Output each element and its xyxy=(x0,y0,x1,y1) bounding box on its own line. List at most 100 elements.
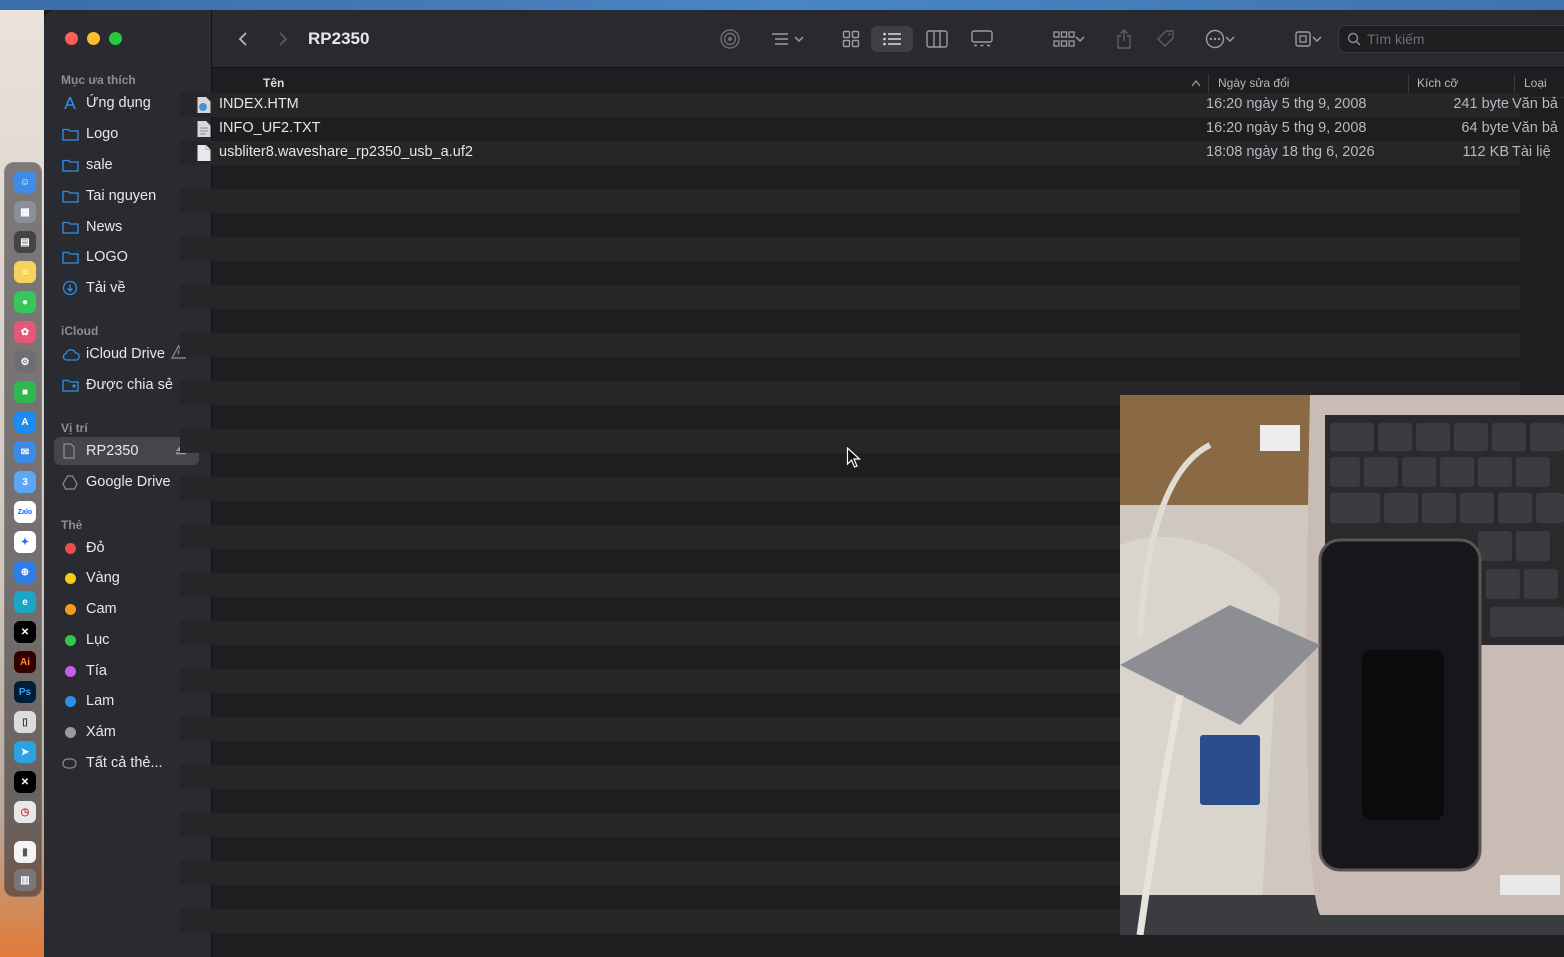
forward-button[interactable] xyxy=(272,26,294,52)
tags-button[interactable] xyxy=(1152,26,1180,52)
sidebar-item-rp2350[interactable]: RP2350 xyxy=(54,437,199,465)
clock-icon[interactable]: ◷ xyxy=(14,801,36,823)
capcut-icon[interactable]: ✕ xyxy=(14,621,36,643)
sidebar-item-label: Lục xyxy=(86,632,110,648)
sidebar-tag-blue[interactable]: Lam xyxy=(54,687,199,715)
facetime-icon[interactable]: ■ xyxy=(14,381,36,403)
icon-view-button[interactable] xyxy=(834,26,868,52)
file-kind: Văn bả xyxy=(1512,96,1558,112)
sidebar-item-label: iCloud Drive xyxy=(86,346,165,362)
airdrop-button[interactable] xyxy=(717,26,743,52)
sidebar-item-label: Ứng dụng xyxy=(86,95,151,111)
file-kind: Tài liệ xyxy=(1512,144,1551,160)
sidebar-tag-yellow[interactable]: Vàng xyxy=(54,564,199,592)
calculator-icon[interactable]: ▤ xyxy=(14,231,36,253)
edge-icon[interactable]: e xyxy=(14,591,36,613)
column-divider[interactable] xyxy=(1514,74,1515,92)
file-row[interactable]: usbliter8.waveshare_rp2350_usb_a.uf2 18:… xyxy=(180,141,1551,165)
messages-icon[interactable]: ● xyxy=(14,291,36,313)
sidebar-tag-red[interactable]: Đỏ xyxy=(54,534,199,562)
mail-icon[interactable]: ✉ xyxy=(14,441,36,463)
close-window-button[interactable] xyxy=(65,32,78,45)
document-icon[interactable]: ▮ xyxy=(14,841,36,863)
sidebar-item-icloud-drive[interactable]: iCloud Drive xyxy=(54,340,199,368)
app-store-icon[interactable]: A xyxy=(14,411,36,433)
file-size: 112 KB xyxy=(1462,144,1510,160)
column-size-header[interactable]: Kích cỡ xyxy=(1417,76,1458,90)
system-settings-icon[interactable]: ⚙ xyxy=(14,351,36,373)
airdrop-icon xyxy=(720,29,740,49)
empty-row xyxy=(180,237,1520,261)
sidebar-item-applications[interactable]: Ứng dụng xyxy=(54,89,199,117)
file-row[interactable]: INDEX.HTM 16:20 ngày 5 thg 9, 2008 241 b… xyxy=(180,93,1558,117)
gallery-view-button[interactable] xyxy=(965,26,999,52)
gray-tag-icon xyxy=(65,726,76,738)
orange-tag-icon xyxy=(65,603,76,615)
notes-icon[interactable]: ≡ xyxy=(14,261,36,283)
column-name-header[interactable]: Tên xyxy=(263,76,284,90)
sidebar-item-downloads[interactable]: Tải về xyxy=(54,274,199,302)
search-input[interactable] xyxy=(1367,31,1557,47)
calendar-icon[interactable]: 3 xyxy=(14,471,36,493)
messenger-icon[interactable]: ✦ xyxy=(14,531,36,553)
sidebar-item-logo-caps[interactable]: LOGO xyxy=(54,243,199,271)
file-row[interactable]: INFO_UF2.TXT 16:20 ngày 5 thg 9, 2008 64… xyxy=(180,117,1558,142)
sidebar-tag-gray[interactable]: Xám xyxy=(54,718,199,746)
sidebar-tag-orange[interactable]: Cam xyxy=(54,595,199,623)
favorites-section-title: Mục ưa thích xyxy=(61,73,136,87)
column-modified-header[interactable]: Ngày sửa đổi xyxy=(1218,76,1289,90)
column-view-button[interactable] xyxy=(920,26,954,52)
chevron-down-icon xyxy=(794,36,804,43)
safari-icon[interactable]: ⊕ xyxy=(14,561,36,583)
sidebar-item-label: News xyxy=(86,219,123,235)
sidebar-item-tai-nguyen[interactable]: Tai nguyen xyxy=(54,182,199,210)
photos-icon[interactable]: ✿ xyxy=(14,321,36,343)
sidebar-all-tags[interactable]: Tất cả thẻ... xyxy=(54,749,199,777)
folder-icon xyxy=(62,220,86,234)
telegram-icon[interactable]: ➤ xyxy=(14,741,36,763)
sidebar-item-news[interactable]: News xyxy=(54,213,199,241)
chevron-down-icon xyxy=(1075,36,1085,43)
sidebar-item-logo[interactable]: Logo xyxy=(54,120,199,148)
back-button[interactable] xyxy=(232,26,254,52)
finder-icon[interactable]: ☺ xyxy=(14,171,36,193)
sidebar-item-label: LOGO xyxy=(86,249,128,265)
purple-tag-icon xyxy=(65,665,76,677)
file-modified: 16:20 ngày 5 thg 9, 2008 xyxy=(1206,96,1367,112)
zalo-icon[interactable]: Zalo xyxy=(14,501,36,523)
capcut-2-icon[interactable]: ✕ xyxy=(14,771,36,793)
sidebar-item-sale[interactable]: sale xyxy=(54,151,199,179)
file-size: 241 byte xyxy=(1453,96,1509,112)
all-tags-icon xyxy=(62,757,86,769)
minimize-window-button[interactable] xyxy=(87,32,100,45)
locations-section-title: Vị trí xyxy=(61,421,88,435)
column-divider[interactable] xyxy=(1408,74,1409,92)
sidebar-tag-purple[interactable]: Tía xyxy=(54,657,199,685)
column-divider[interactable] xyxy=(1208,74,1209,92)
desktop-menubar-strip xyxy=(0,0,1564,10)
zoom-window-button[interactable] xyxy=(109,32,122,45)
extension-icon xyxy=(1295,31,1311,47)
sidebar-item-shared[interactable]: Được chia sẻ xyxy=(54,371,199,399)
column-kind-header[interactable]: Loại xyxy=(1524,76,1547,90)
sidebar-item-google-drive[interactable]: Google Drive xyxy=(54,468,199,496)
file-modified: 16:20 ngày 5 thg 9, 2008 xyxy=(1206,120,1367,136)
search-field[interactable] xyxy=(1338,25,1564,53)
blue-tag-icon xyxy=(65,695,76,707)
window-title: RP2350 xyxy=(308,29,370,48)
share-button[interactable] xyxy=(1112,26,1136,52)
text-file-icon xyxy=(196,120,212,142)
empty-row xyxy=(180,333,1520,357)
group-by-button[interactable] xyxy=(764,26,810,52)
preview-icon[interactable]: ▯ xyxy=(14,711,36,733)
photoshop-icon[interactable]: Ps xyxy=(14,681,36,703)
extension-button[interactable] xyxy=(1288,26,1328,52)
illustrator-icon[interactable]: Ai xyxy=(14,651,36,673)
group-items-button[interactable] xyxy=(1046,26,1092,52)
launchpad-icon[interactable]: ▦ xyxy=(14,201,36,223)
trash-icon[interactable]: ▥ xyxy=(14,869,36,891)
sidebar-item-label: Cam xyxy=(86,601,117,617)
sidebar-tag-green[interactable]: Lục xyxy=(54,626,199,654)
action-menu-button[interactable] xyxy=(1200,26,1240,52)
list-view-button[interactable] xyxy=(871,26,913,52)
